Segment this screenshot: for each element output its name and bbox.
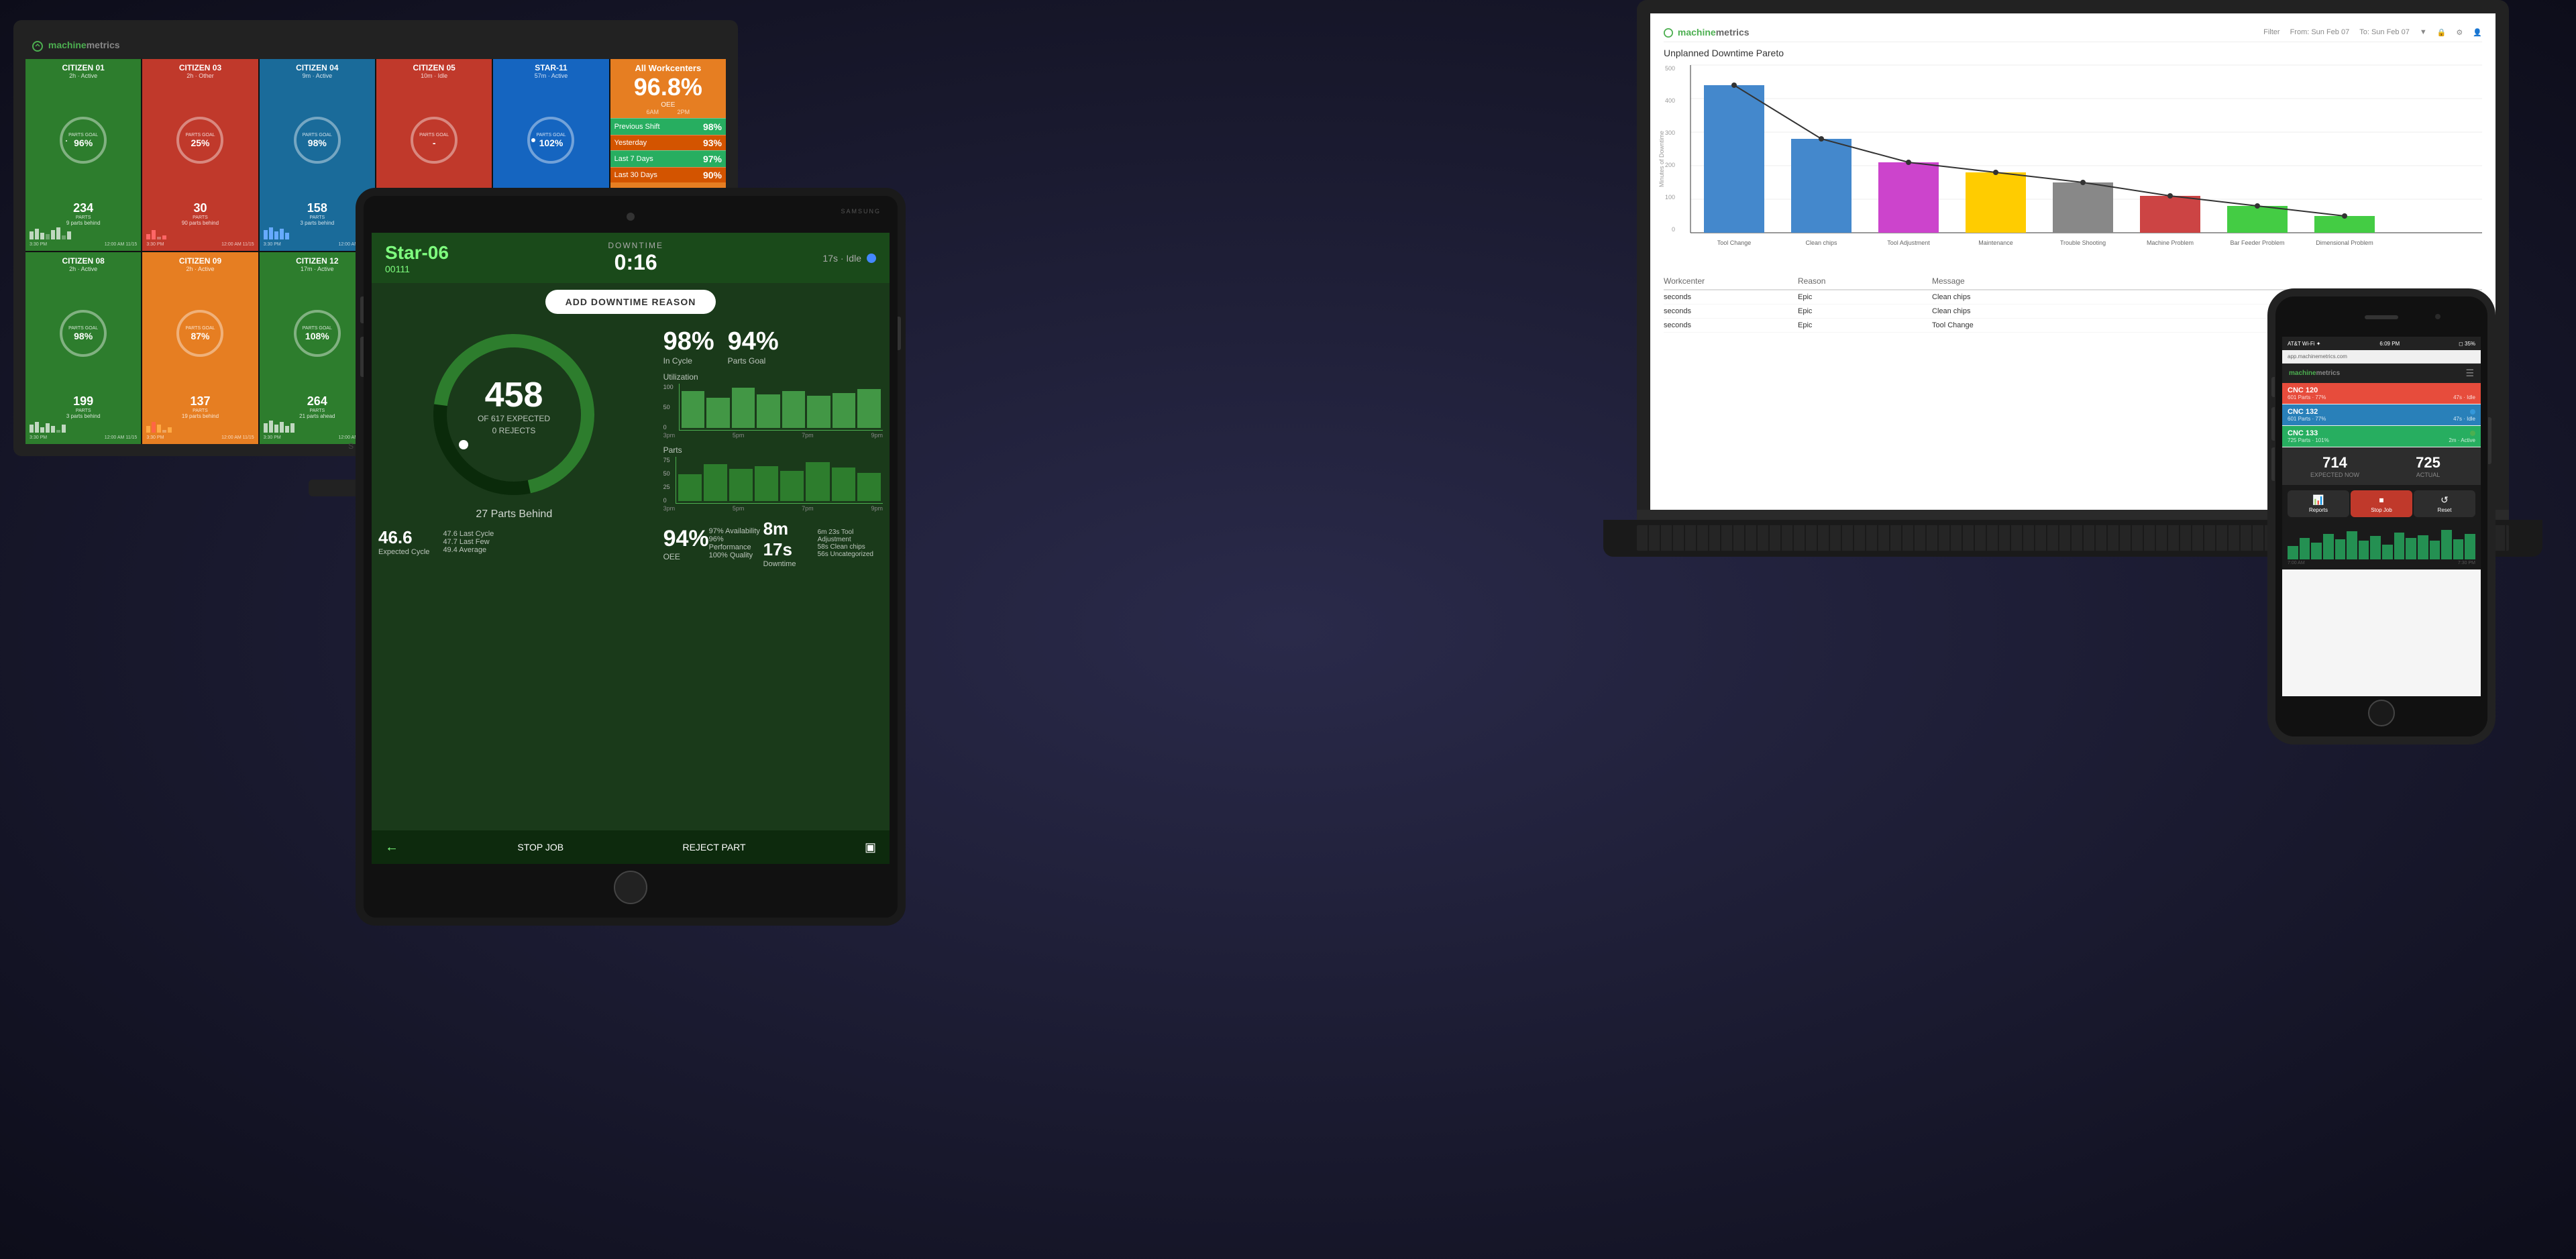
- phone-mini-bars: [2288, 526, 2475, 559]
- phone-screen: AT&T Wi-Fi ✦ 6:09 PM ◻ 35% app.machineme…: [2282, 337, 2481, 696]
- cnc132-dot: [2470, 409, 2475, 415]
- svg-text:Tool Change: Tool Change: [1717, 239, 1752, 246]
- pareto-svg: Tool Change Clean chips Tool Adjustment …: [1690, 65, 2482, 253]
- star06-header: Star-06 00111 DOWNTIME 0:16 17s · Idle: [372, 233, 890, 283]
- cnc133-dot: [2470, 431, 2475, 436]
- perf-stats: 98% In Cycle 94% Parts Goal: [663, 327, 883, 366]
- cycle-info: 46.6 Expected Cycle 47.6 Last Cycle 47.7…: [378, 527, 650, 556]
- stop-icon: ⏹: [2353, 494, 2410, 506]
- phone-menu-icon[interactable]: ☰: [2465, 368, 2474, 379]
- parts-gauge: 458 OF 617 EXPECTED 0 REJECTS: [427, 327, 601, 502]
- svg-text:Bar Feeder Problem: Bar Feeder Problem: [2230, 239, 2284, 246]
- phone-status-bar: AT&T Wi-Fi ✦ 6:09 PM ◻ 35%: [2282, 337, 2481, 350]
- chart-title: Unplanned Downtime Pareto: [1664, 48, 2482, 58]
- svg-text:Trouble Shooting: Trouble Shooting: [2060, 239, 2106, 246]
- machine-card-citizen09: CITIZEN 09 2h · Active PARTS GOAL 87% 13…: [142, 252, 258, 444]
- phone-machine-cnc133[interactable]: CNC 133 725 Parts · 101% 2m · Active: [2282, 426, 2481, 447]
- utilization-chart: Utilization 100500: [663, 372, 883, 439]
- machine-card-citizen01: CITIZEN 01 2h · Active PARTS GOAL 96% 23…: [25, 59, 141, 251]
- svg-text:458: 458: [485, 376, 543, 415]
- monitor-icon: ▣: [865, 840, 876, 855]
- star06-main: 458 OF 617 EXPECTED 0 REJECTS 27 Parts B…: [372, 321, 890, 838]
- phone-app-header: machinemetrics ☰: [2282, 364, 2481, 383]
- svg-text:0 REJECTS: 0 REJECTS: [492, 426, 536, 435]
- back-button[interactable]: ←: [385, 840, 398, 855]
- samsung-tablet: SAMSUNG Star-06 00111 DOWNTIME 0:16 17s …: [356, 188, 906, 926]
- actual-stat: 725 ACTUAL: [2382, 454, 2474, 478]
- y-axis-label: Minutes of Downtime: [1658, 131, 1665, 187]
- phone-body: AT&T Wi-Fi ✦ 6:09 PM ◻ 35% app.machineme…: [2267, 288, 2496, 745]
- svg-text:Tool Adjustment: Tool Adjustment: [1887, 239, 1930, 246]
- reports-button[interactable]: 📊 Reports: [2288, 490, 2349, 517]
- star06-right: 98% In Cycle 94% Parts Goal Utilization: [657, 321, 890, 838]
- svg-text:Maintenance: Maintenance: [1978, 239, 2013, 246]
- phone-chart: 7:00 AM 7:30 PM: [2282, 523, 2481, 569]
- tablet-screen: Star-06 00111 DOWNTIME 0:16 17s · Idle A…: [372, 233, 890, 864]
- phone-logo: machinemetrics: [2289, 370, 2340, 377]
- oee-downtime-row: 94% OEE 97% Availability 96% Performance…: [663, 518, 883, 568]
- expected-now-stat: 714 EXPECTED NOW: [2289, 454, 2381, 478]
- cnc120-dot: [2470, 388, 2475, 393]
- phone-time-labels: 7:00 AM 7:30 PM: [2288, 561, 2475, 565]
- reports-icon: 📊: [2290, 494, 2347, 506]
- phone-url-bar: app.machinemetrics.com: [2282, 350, 2481, 364]
- laptop-logo: machinemetrics: [1664, 27, 1750, 38]
- machine-card-citizen03: CITIZEN 03 2h · Other PARTS GOAL 25% 30 …: [142, 59, 258, 251]
- mc-title: CITIZEN 01: [30, 63, 137, 72]
- reset-icon: ↺: [2416, 494, 2473, 506]
- wc-row-30days: Last 30 Days 90%: [610, 167, 726, 182]
- laptop-nav: Filter From: Sun Feb 07 To: Sun Feb 07 ▼…: [2263, 28, 2482, 37]
- star06-downtime: DOWNTIME 0:16: [608, 241, 663, 275]
- add-downtime-button[interactable]: ADD DOWNTIME REASON: [545, 290, 716, 314]
- phone-home-button[interactable]: [2368, 700, 2395, 726]
- idle-dot: [867, 254, 876, 263]
- parts-chart: Parts 7550250: [663, 445, 883, 512]
- tablet-camera: [627, 213, 635, 221]
- pareto-chart: 500 400 300 200 100 0 Minutes of Downtim…: [1690, 65, 2482, 253]
- svg-text:OF 617 EXPECTED: OF 617 EXPECTED: [478, 414, 550, 423]
- y-axis: 500 400 300 200 100 0: [1665, 65, 1675, 233]
- phone-speaker: [2365, 315, 2398, 319]
- wc-row-7days: Last 7 Days 97%: [610, 150, 726, 167]
- reset-button[interactable]: ↺ Reset: [2414, 490, 2475, 517]
- stop-job-button[interactable]: STOP JOB: [517, 842, 564, 853]
- parts-behind: 27 Parts Behind: [476, 508, 552, 521]
- svg-text:Clean chips: Clean chips: [1805, 239, 1837, 246]
- svg-text:Machine Problem: Machine Problem: [2147, 239, 2194, 246]
- phone-machine-cnc120[interactable]: CNC 120 601 Parts · 77% 47s · Idle: [2282, 383, 2481, 404]
- iphone: AT&T Wi-Fi ✦ 6:09 PM ◻ 35% app.machineme…: [2267, 288, 2496, 745]
- stop-job-btn[interactable]: ⏹ Stop Job: [2351, 490, 2412, 517]
- mc-status: 2h · Active: [30, 72, 137, 79]
- star06-job: 00111: [385, 264, 449, 274]
- machine-card-citizen08: CITIZEN 08 2h · Active PARTS GOAL 98% 19…: [25, 252, 141, 444]
- star06-idle: 17s · Idle: [822, 253, 876, 264]
- star06-left: 458 OF 617 EXPECTED 0 REJECTS 27 Parts B…: [372, 321, 657, 838]
- samsung-brand: SAMSUNG: [841, 208, 881, 215]
- phone-stats: 714 EXPECTED NOW 725 ACTUAL: [2282, 447, 2481, 485]
- wc-row-yesterday: Yesterday 93%: [610, 135, 726, 150]
- phone-camera: [2435, 314, 2440, 319]
- tv-logo: machinemetrics: [32, 40, 120, 51]
- svg-text:Dimensional Problem: Dimensional Problem: [2316, 239, 2373, 246]
- wc-row-prev-shift: Previous Shift 98%: [610, 118, 726, 135]
- phone-buttons: 📊 Reports ⏹ Stop Job ↺ Reset: [2282, 485, 2481, 523]
- star06-title: Star-06: [385, 242, 449, 264]
- tablet-home-button[interactable]: [614, 871, 647, 904]
- tv-header: machinemetrics: [25, 32, 726, 59]
- tablet-footer: ← STOP JOB REJECT PART ▣: [372, 830, 890, 864]
- phone-machine-cnc132[interactable]: CNC 132 601 Parts · 77% 47s · Idle: [2282, 404, 2481, 426]
- reject-part-button[interactable]: REJECT PART: [682, 842, 745, 853]
- tablet-body: SAMSUNG Star-06 00111 DOWNTIME 0:16 17s …: [356, 188, 906, 926]
